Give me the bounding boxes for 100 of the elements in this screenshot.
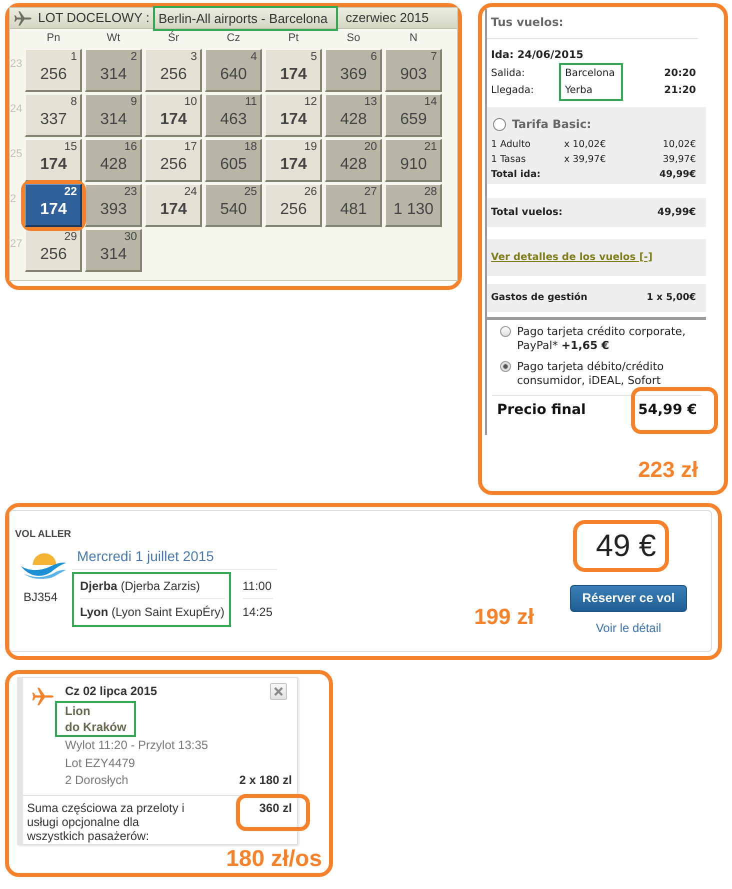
week-number: 2	[10, 193, 16, 205]
day-cell[interactable]: 29 256	[25, 229, 82, 272]
fare-unit: x 10,02€	[564, 138, 606, 152]
day-cell[interactable]: 6 369	[325, 49, 382, 92]
flight-date: Mercredi 1 juillet 2015	[77, 548, 214, 564]
day-cell[interactable]: 14 659	[385, 94, 442, 137]
flight-number: BJ354	[23, 590, 58, 604]
leg-label: Salida:	[491, 68, 525, 79]
week-number: 24	[10, 103, 22, 115]
total-amount: 49,99€	[657, 206, 696, 218]
fare-name: Tarifa Basic:	[512, 116, 592, 133]
day-cell[interactable]: 13 428	[325, 94, 382, 137]
flight-date: Cz 02 lipca 2015	[65, 683, 158, 699]
flight-code: Lot EZY4479	[65, 756, 136, 770]
price-note: 199 zł	[474, 604, 534, 629]
day-cell[interactable]: 25 540	[205, 184, 262, 227]
total-amount: 49,99€	[659, 168, 696, 182]
day-cell[interactable]: 22 174	[25, 184, 82, 227]
day-cell[interactable]: 26 256	[265, 184, 322, 227]
fare-item: 1 Adulto	[491, 138, 531, 152]
final-price: 54,99 €	[638, 402, 697, 418]
section-heading: VOL ALLER	[15, 529, 72, 540]
week-number: 23	[10, 58, 22, 70]
weekday-label: N	[410, 32, 418, 44]
route-text: Lion	[65, 704, 90, 718]
place-name: Barcelona	[565, 68, 615, 79]
day-cell[interactable]: 15 174	[25, 139, 82, 182]
weekday-label: Śr	[168, 32, 179, 44]
weekday-label: Wt	[106, 32, 120, 44]
plane-icon	[32, 687, 54, 706]
details-link[interactable]: Voir le détail	[596, 620, 662, 636]
day-cell[interactable]: 8 337	[25, 94, 82, 137]
radio-button[interactable]	[493, 118, 506, 130]
route-text: do Kraków	[65, 720, 126, 734]
month-label: czerwiec 2015	[346, 10, 429, 26]
day-cell[interactable]: 23 393	[85, 184, 142, 227]
day-cell[interactable]: 18 605	[205, 139, 262, 182]
final-price-label: Precio final	[497, 402, 586, 419]
fare-item: 1 Tasas	[491, 153, 526, 167]
day-cell[interactable]: 5 174	[265, 49, 322, 92]
radio-button[interactable]	[500, 326, 511, 337]
day-cell[interactable]: 12 174	[265, 94, 322, 137]
day-cell[interactable]: 16 428	[85, 139, 142, 182]
fare-amount: 39,97€	[662, 153, 696, 167]
close-button[interactable]	[270, 683, 287, 700]
stop-time: 14:25	[242, 605, 273, 619]
leg-label: Llegada:	[491, 85, 534, 96]
day-cell[interactable]: 24 174	[145, 184, 202, 227]
fee-label: Gastos de gestión	[491, 292, 588, 304]
place-name: Yerba	[565, 85, 593, 96]
summary-title: Tus vuelos:	[491, 15, 564, 29]
fare-amount: 2 x 180 zl	[239, 772, 292, 789]
day-cell[interactable]: 1 256	[25, 49, 82, 92]
day-cell[interactable]: 3 256	[145, 49, 202, 92]
day-cell[interactable]: 2 314	[85, 49, 142, 92]
day-cell[interactable]: 27 481	[325, 184, 382, 227]
subtotal-label: Suma częściowa za przeloty i usługi opcjonalne dla wszystkich pasażerów:	[27, 800, 186, 842]
passenger-count: 2 Dorosłych	[65, 772, 128, 789]
details-link[interactable]: Ver detalles de los vuelos [-]	[491, 252, 653, 264]
plane-icon	[14, 10, 32, 26]
leg-time: 20:20	[664, 68, 696, 79]
week-number: 27	[10, 238, 22, 250]
weekday-label: So	[346, 32, 360, 44]
stop-place: Lyon (Lyon Saint ExupÉry)	[80, 605, 224, 619]
day-cell[interactable]: 19 174	[265, 139, 322, 182]
subtotal-amount: 360 zl	[259, 800, 292, 814]
day-cell[interactable]: 21 910	[385, 139, 442, 182]
payment-option-label[interactable]: Pago tarjeta débito/crédito consumidor, iDEAL, Sofort	[517, 360, 706, 388]
total-label: Total vuelos:	[491, 206, 562, 218]
weekday-label: Pt	[288, 32, 299, 44]
day-cell[interactable]: 20 428	[325, 139, 382, 182]
stop-time: 11:00	[242, 579, 272, 593]
weekday-label: Pn	[46, 32, 60, 44]
radio-button[interactable]	[500, 361, 511, 372]
leg-time: 21:20	[664, 85, 696, 96]
price-note: 223 zł	[638, 457, 698, 482]
flight-times: Wylot 11:20 - Przylot 13:35	[65, 738, 208, 752]
day-cell[interactable]: 10 174	[145, 94, 202, 137]
flight-price: 49 €	[596, 529, 656, 563]
total-label: Total ida:	[491, 168, 541, 182]
fare-amount: 10,02€	[662, 138, 696, 152]
day-cell[interactable]: 30 314	[85, 229, 142, 272]
payment-option-label[interactable]: Pago tarjeta crédito corporate, PayPal* +1,65 €	[517, 325, 706, 353]
fare-unit: x 39,97€	[564, 153, 606, 167]
flight-date: Ida: 24/06/2015	[491, 49, 584, 61]
day-cell[interactable]: 28 1 130	[385, 184, 442, 227]
book-button[interactable]: Réserver ce vol	[570, 585, 687, 612]
day-cell[interactable]: 11 463	[205, 94, 262, 137]
day-cell[interactable]: 7 903	[385, 49, 442, 92]
day-cell[interactable]: 9 314	[85, 94, 142, 137]
weekday-label: Cz	[226, 32, 240, 44]
day-cell[interactable]: 17 256	[145, 139, 202, 182]
week-number: 25	[10, 148, 22, 160]
route-name: Berlin-All airports - Barcelona	[158, 10, 328, 26]
fee-amount: 1 x 5,00€	[646, 292, 696, 304]
close-icon	[274, 687, 283, 696]
day-cell[interactable]: 4 640	[205, 49, 262, 92]
stop-place: Djerba (Djerba Zarzis)	[80, 579, 200, 593]
price-note: 180 zł/os	[226, 845, 322, 871]
calendar-title: LOT DOCELOWY :	[38, 10, 150, 26]
